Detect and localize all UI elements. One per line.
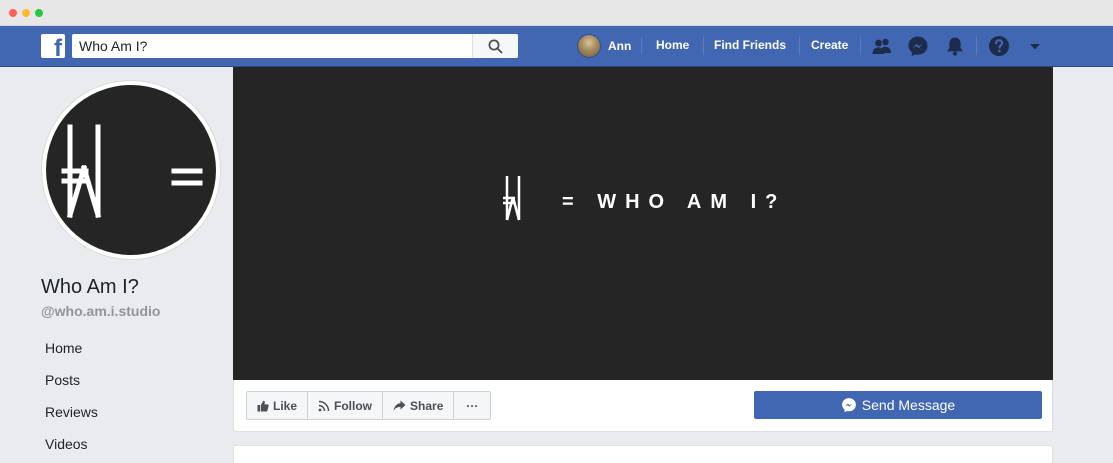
maximize-window-button[interactable] [35,9,43,17]
more-options-icon: ··· [466,398,479,413]
nav-divider [976,37,977,55]
page-handle[interactable]: @who.am.i.studio [41,303,160,319]
thumbs-up-icon [257,400,269,411]
messenger-icon[interactable] [907,35,929,57]
nav-user-name: Ann [608,39,632,53]
nav-find-friends-link[interactable]: Find Friends [714,38,786,52]
caret-down-icon[interactable] [1024,35,1046,57]
side-nav-home[interactable]: Home [45,338,98,370]
close-window-button[interactable] [9,9,17,17]
search-button[interactable] [472,34,518,58]
rss-follow-icon [318,400,330,411]
nav-profile-link[interactable]: Ann [577,33,631,59]
send-message-label: Send Message [861,397,956,413]
content-card [233,445,1053,463]
share-label: Share [410,398,444,413]
nav-divider [799,37,800,55]
like-button[interactable]: Like [247,392,309,419]
profile-picture[interactable] [41,80,221,260]
like-label: Like [273,398,298,413]
nav-home-link[interactable]: Home [656,38,689,52]
nav-create-link[interactable]: Create [811,38,848,52]
nav-divider [703,37,704,55]
follow-button[interactable]: Follow [308,392,384,419]
help-icon[interactable] [988,35,1010,57]
facebook-logo-icon[interactable]: f [41,34,65,58]
minimize-window-button[interactable] [22,9,30,17]
side-nav-posts[interactable]: Posts [45,370,98,402]
page-title: Who Am I? [41,276,139,298]
window-titlebar [0,0,1113,26]
share-button[interactable]: Share [383,392,455,419]
page-action-bar: Like Follow Share ··· Send Message [233,380,1053,432]
facebook-logo-letter: f [54,35,62,59]
side-nav-reviews[interactable]: Reviews [45,402,98,434]
follow-label: Follow [334,398,373,413]
search-icon [488,39,503,54]
cover-logo-icon [503,176,521,221]
side-nav-videos[interactable]: Videos [45,434,98,463]
top-navigation-bar: f Ann Home Find Friends Create [0,26,1113,67]
nav-divider [641,37,642,55]
notifications-icon[interactable] [944,35,966,57]
search-box [72,34,518,58]
share-arrow-icon [393,400,406,411]
cover-title-text: = WHO AM I? [562,191,787,213]
who-am-i-logo-icon [61,124,203,219]
send-message-button[interactable]: Send Message [754,391,1042,419]
friends-icon[interactable] [871,35,893,57]
page-side-navigation: Home Posts Reviews Videos [45,338,98,463]
profile-logo-image [46,85,216,255]
avatar [577,34,601,58]
search-input[interactable] [72,34,472,58]
nav-divider [860,37,861,55]
cover-photo[interactable] [233,67,1053,380]
page-action-buttons: Like Follow Share ··· [246,391,492,420]
messenger-icon [841,398,856,413]
more-options-button[interactable]: ··· [454,392,490,419]
